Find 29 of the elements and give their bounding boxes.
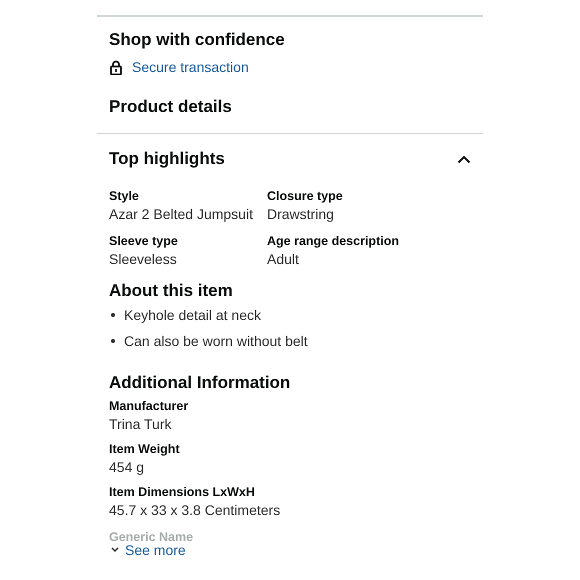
attribute-label: Style (109, 188, 140, 205)
lock-icon (110, 60, 122, 74)
see-more-link[interactable]: See more (111, 542, 186, 558)
chevron-icon (111, 547, 119, 553)
attribute-value: Trina Turk (109, 415, 172, 433)
attribute-value: Drawstring (267, 205, 335, 223)
section-heading: Shop with confidence (109, 29, 286, 51)
section-heading: Product details (109, 96, 233, 118)
attribute-label: Item Weight (109, 441, 181, 458)
section-heading: About this item (109, 280, 234, 302)
attribute-value: 45.7 x 33 x 3.8 Centimeters (109, 501, 282, 519)
chevron-icon[interactable] (457, 154, 471, 164)
bullet-text: Can also be worn without belt (124, 332, 308, 350)
section-heading: Top highlights (109, 148, 225, 170)
bullet-text: Keyhole detail at neck (124, 306, 261, 324)
attribute-label: Sleeve type (109, 233, 179, 250)
attribute-label: Generic Name (109, 531, 194, 542)
bullet-icon (111, 313, 115, 317)
attribute-value: 454 g (109, 458, 146, 476)
attribute-label: Manufacturer (109, 398, 190, 415)
attribute-label: Closure type (267, 188, 344, 205)
attribute-value: Sleeveless (109, 250, 178, 268)
section-heading: Additional Information (109, 372, 292, 394)
attribute-value: Adult (267, 250, 300, 268)
bullet-icon (111, 339, 115, 343)
attribute-value: Azar 2 Belted Jumpsuit (109, 205, 254, 223)
attribute-label: Item Dimensions LxWxH (109, 484, 256, 501)
attribute-label: Age range description (267, 233, 400, 250)
secure-transaction-link[interactable]: Secure transaction (132, 59, 249, 75)
